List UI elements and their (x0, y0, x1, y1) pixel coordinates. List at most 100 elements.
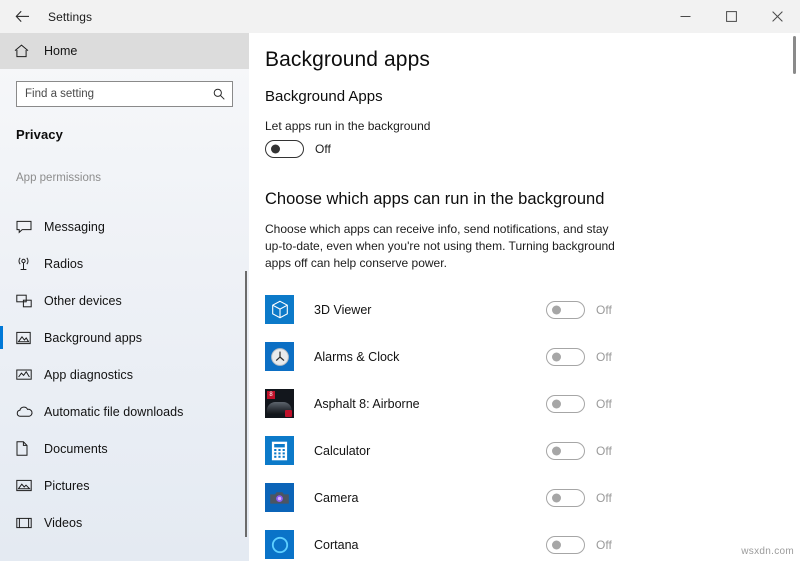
sidebar-item-messaging[interactable]: Messaging (0, 208, 249, 245)
sidebar-item-label: App diagnostics (44, 368, 133, 382)
sidebar-item-background-apps[interactable]: Background apps (0, 319, 249, 356)
sidebar-item-label: Messaging (44, 220, 105, 234)
sidebar-item-documents[interactable]: Documents (0, 430, 249, 467)
sidebar-item-label: Radios (44, 257, 83, 271)
3d-viewer-icon (265, 295, 294, 324)
app-list: 3D Viewer Off A (249, 272, 800, 561)
app-row: 3D Viewer Off (249, 286, 800, 333)
radio-icon (16, 256, 44, 271)
app-toggle-wrap: Off (546, 301, 612, 319)
section-title-choose-apps: Choose which apps can run in the backgro… (249, 158, 800, 209)
sidebar-item-pictures[interactable]: Pictures (0, 467, 249, 504)
main-content: Background apps Background Apps Let apps… (249, 33, 800, 561)
minimize-icon (680, 11, 691, 22)
let-apps-run-row: Off (249, 133, 800, 158)
app-name: Cortana (314, 538, 358, 552)
sidebar-home-label: Home (44, 44, 77, 58)
cloud-icon (16, 406, 44, 418)
app-toggle-state: Off (596, 538, 612, 552)
toggle-knob (552, 540, 561, 549)
sidebar: Home Privacy App permissions (0, 33, 249, 561)
search-input[interactable] (17, 82, 232, 106)
toggle-knob (552, 305, 561, 314)
app-toggle-state: Off (596, 397, 612, 411)
window-title: Settings (48, 10, 92, 24)
app-toggle-wrap: Off (546, 536, 612, 554)
window-controls (662, 0, 800, 33)
minimize-button[interactable] (662, 0, 708, 33)
sidebar-item-automatic-file-downloads[interactable]: Automatic file downloads (0, 393, 249, 430)
app-toggle[interactable] (546, 442, 585, 460)
back-arrow-icon (15, 10, 30, 23)
sidebar-item-radios[interactable]: Radios (0, 245, 249, 282)
picture-icon (16, 479, 44, 492)
sidebar-item-other-devices[interactable]: Other devices (0, 282, 249, 319)
search-icon[interactable] (213, 88, 225, 100)
page-title: Background apps (249, 33, 800, 72)
toggle-knob (552, 493, 561, 502)
close-icon (772, 11, 783, 22)
sidebar-category-title: Privacy (0, 107, 249, 142)
app-toggle-wrap: Off (546, 395, 612, 413)
sidebar-item-label: Pictures (44, 479, 90, 493)
app-row: Calculator Off (249, 427, 800, 474)
alarms-clock-icon (265, 342, 294, 371)
sidebar-item-label: Other devices (44, 294, 122, 308)
camera-icon (265, 483, 294, 512)
watermark: wsxdn.com (741, 546, 794, 557)
app-toggle-wrap: Off (546, 489, 612, 507)
sidebar-item-label: Videos (44, 516, 82, 530)
app-name: Calculator (314, 444, 370, 458)
sidebar-item-label: Automatic file downloads (44, 405, 183, 419)
sidebar-section-label: App permissions (0, 142, 249, 184)
let-apps-run-toggle[interactable] (265, 140, 304, 158)
app-row: Alarms & Clock Off (249, 333, 800, 380)
home-icon (14, 44, 44, 58)
video-icon (16, 517, 44, 529)
app-row: 8 Asphalt 8: Airborne Off (249, 380, 800, 427)
search-container (0, 69, 249, 107)
message-icon (16, 220, 44, 234)
maximize-icon (726, 11, 737, 22)
maximize-button[interactable] (708, 0, 754, 33)
main-scrollbar[interactable] (793, 36, 796, 74)
background-apps-icon (16, 331, 44, 345)
asphalt-badge-secondary (285, 410, 292, 417)
sidebar-item-app-diagnostics[interactable]: App diagnostics (0, 356, 249, 393)
app-toggle-wrap: Off (546, 442, 612, 460)
app-toggle[interactable] (546, 536, 585, 554)
calculator-icon (265, 436, 294, 465)
app-name: 3D Viewer (314, 303, 371, 317)
app-toggle-wrap: Off (546, 348, 612, 366)
section-title-background-apps: Background Apps (249, 72, 800, 105)
toggle-knob (552, 352, 561, 361)
app-row: Cortana Off (249, 521, 800, 561)
app-toggle-state: Off (596, 303, 612, 317)
asphalt-8-icon: 8 (265, 389, 294, 418)
cortana-icon (265, 530, 294, 559)
toggle-knob (552, 446, 561, 455)
app-row: Camera Off (249, 474, 800, 521)
app-toggle[interactable] (546, 348, 585, 366)
app-toggle[interactable] (546, 395, 585, 413)
sidebar-item-home[interactable]: Home (0, 33, 249, 69)
app-name: Alarms & Clock (314, 350, 399, 364)
app-toggle-state: Off (596, 491, 612, 505)
sidebar-item-tasks[interactable]: Tasks (0, 188, 249, 208)
app-name: Asphalt 8: Airborne (314, 397, 420, 411)
sidebar-item-label: Documents (44, 442, 108, 456)
diagnostics-icon (16, 368, 44, 381)
app-toggle[interactable] (546, 489, 585, 507)
section-description: Choose which apps can receive info, send… (249, 209, 619, 272)
let-apps-run-state: Off (315, 142, 331, 156)
search-box[interactable] (16, 81, 233, 107)
app-toggle[interactable] (546, 301, 585, 319)
back-button[interactable] (0, 0, 44, 33)
close-button[interactable] (754, 0, 800, 33)
title-bar: Settings (0, 0, 800, 33)
asphalt-badge: 8 (267, 391, 275, 399)
devices-icon (16, 294, 44, 308)
sidebar-item-videos[interactable]: Videos (0, 504, 249, 541)
sidebar-nav-list: Tasks Messaging (0, 188, 249, 541)
sidebar-scrollbar[interactable] (245, 271, 247, 537)
